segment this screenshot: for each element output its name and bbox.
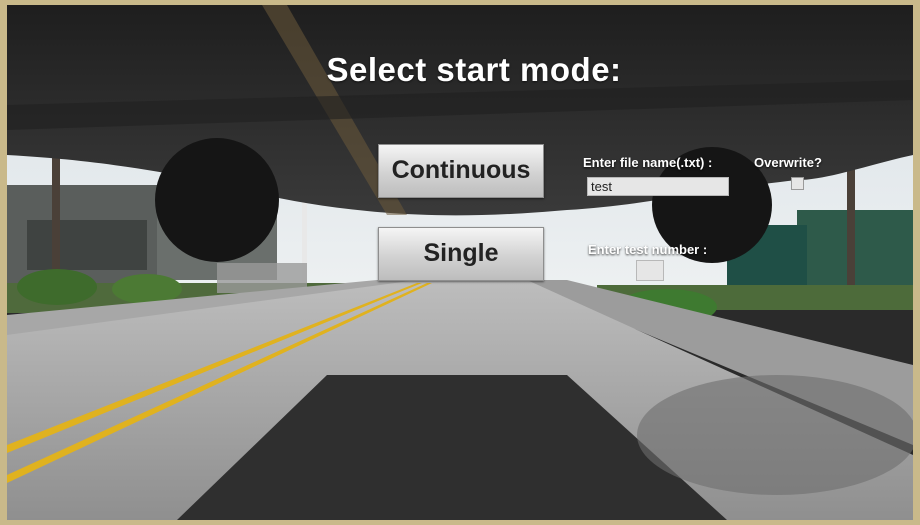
test-number-label: Enter test number : bbox=[588, 242, 708, 257]
overwrite-label: Overwrite? bbox=[754, 155, 822, 170]
page-title: Select start mode: bbox=[326, 51, 622, 88]
wheel-left bbox=[155, 138, 279, 262]
overwrite-checkbox[interactable] bbox=[791, 177, 804, 190]
continuous-button[interactable]: Continuous bbox=[378, 144, 544, 198]
game-viewport: Select start mode: Continuous Single Ent… bbox=[7, 5, 913, 520]
test-number-input[interactable] bbox=[636, 260, 664, 281]
file-name-input[interactable] bbox=[587, 177, 729, 196]
file-name-label: Enter file name(.txt) : bbox=[583, 155, 713, 170]
single-button[interactable]: Single bbox=[378, 227, 544, 281]
